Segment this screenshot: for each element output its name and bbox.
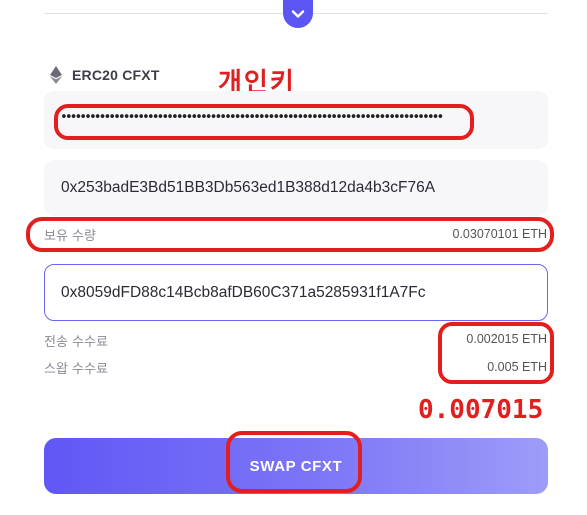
balance-highlight (26, 217, 554, 252)
destination-address-value: 0x8059dFD88c14Bcb8afDB60C371a5285931f1A7… (61, 284, 426, 301)
swap-direction-button[interactable] (283, 0, 313, 28)
total-fee-annotation: 0.007015 (418, 395, 544, 425)
source-address-value: 0x253badE3Bd51BB3Db563ed1B388d12da4b3cF7… (61, 179, 436, 196)
ethereum-icon (50, 66, 62, 84)
swap-button-highlight (226, 431, 362, 493)
transfer-fee-label: 전송 수수료 (44, 335, 108, 350)
token-label: ERC20 CFXT (72, 67, 160, 83)
token-header: ERC20 CFXT (50, 66, 160, 84)
fees-highlight (438, 322, 554, 384)
private-key-highlight (54, 104, 474, 140)
chevron-down-icon (291, 10, 305, 18)
swap-fee-label: 스왑 수수료 (44, 362, 108, 377)
